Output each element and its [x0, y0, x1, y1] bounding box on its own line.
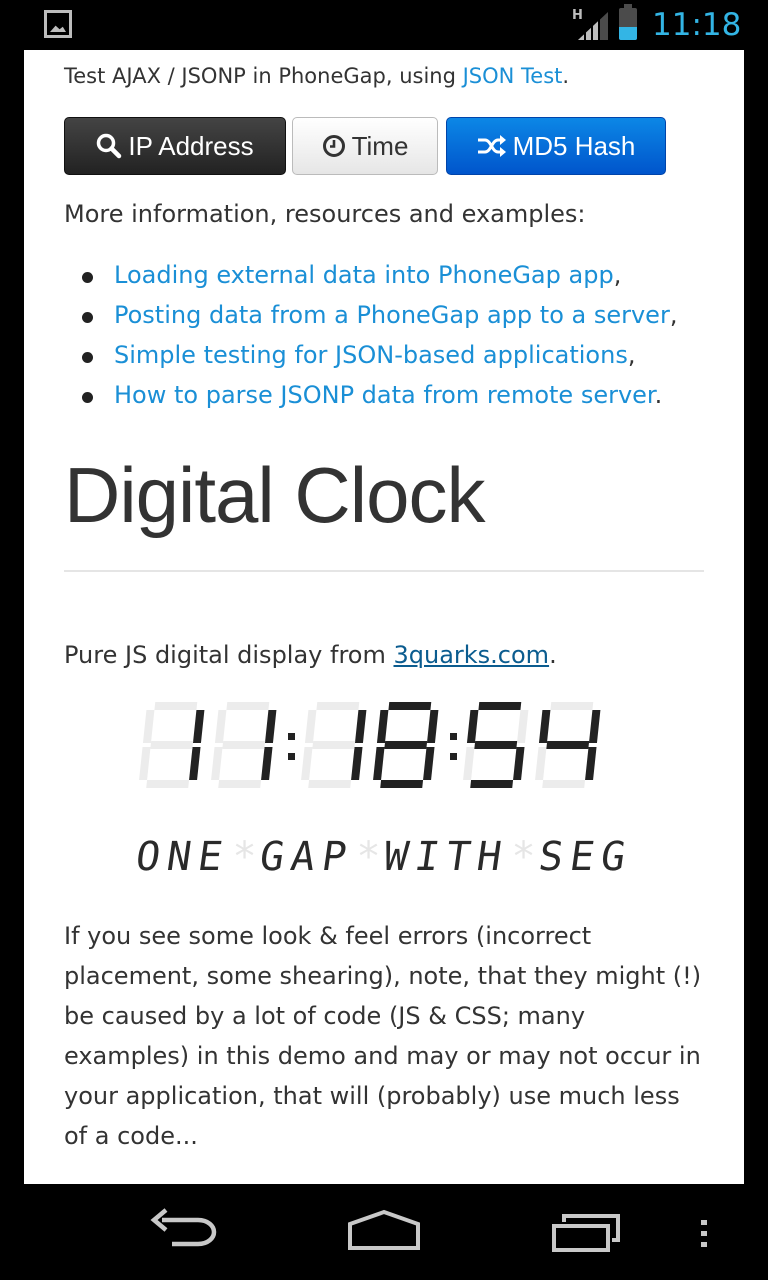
list-item: Simple testing for JSON-based applicatio…: [64, 335, 677, 375]
segment-char: N: [164, 834, 195, 879]
battery-icon: [619, 4, 637, 40]
image-notification-icon: [44, 10, 72, 38]
digital-clock-display: [139, 702, 601, 788]
segment-char: E: [195, 834, 226, 879]
list-item: How to parse JSONP data from remote serv…: [64, 375, 677, 415]
segment-char: P: [319, 834, 350, 879]
display-source-text: Pure JS digital display from 3quarks.com…: [64, 641, 557, 669]
clock-icon: [322, 135, 345, 157]
clock-digit: [463, 702, 529, 788]
segment-char: S: [536, 834, 567, 879]
navigation-bar: [0, 1184, 768, 1280]
status-bar: H 11:18: [0, 0, 768, 50]
clock-digit: [373, 702, 439, 788]
list-item: Posting data from a PhoneGap app to a se…: [64, 295, 677, 335]
back-icon[interactable]: [148, 1204, 220, 1260]
divider: [64, 570, 704, 572]
recent-apps-icon[interactable]: [548, 1204, 624, 1260]
clock-digit: [139, 702, 205, 788]
json-test-link[interactable]: JSON Test: [463, 64, 563, 88]
info-paragraph: If you see some look & feel errors (inco…: [64, 922, 702, 1150]
status-clock: 11:18: [652, 7, 742, 43]
segment-char: I: [412, 834, 443, 879]
segment-char: E: [567, 834, 598, 879]
menu-icon[interactable]: [696, 1204, 712, 1260]
list-item: Loading external data into PhoneGap app,: [64, 255, 677, 295]
intro-text: Test AJAX / JSONP in PhoneGap, using JSO…: [64, 64, 570, 88]
resources-list: Loading external data into PhoneGap app,…: [64, 255, 677, 415]
segment-char: W: [381, 834, 412, 879]
segment-text-display: O N E * G A P * W I T H * S E G: [134, 834, 629, 879]
segment-blank: *: [511, 834, 535, 879]
clock-colon: [450, 733, 457, 760]
clock-digit: [535, 702, 601, 788]
segment-char: H: [474, 834, 505, 879]
clock-digit: [211, 702, 277, 788]
resource-link[interactable]: Posting data from a PhoneGap app to a se…: [114, 301, 670, 329]
search-icon: [97, 133, 122, 159]
home-icon[interactable]: [346, 1204, 422, 1260]
md5-hash-button[interactable]: MD5 Hash: [446, 117, 666, 175]
resource-link[interactable]: Loading external data into PhoneGap app: [114, 261, 614, 289]
ip-address-button[interactable]: IP Address: [64, 117, 286, 175]
segment-char: G: [257, 834, 288, 879]
clock-colon: [288, 733, 295, 760]
webview-content[interactable]: Test AJAX / JSONP in PhoneGap, using JSO…: [24, 50, 744, 1184]
more-info-text: More information, resources and examples…: [64, 200, 586, 228]
page-heading: Digital Clock: [64, 451, 485, 539]
shuffle-icon: [477, 135, 506, 157]
signal-icon: [578, 12, 608, 40]
segment-blank: *: [232, 834, 256, 879]
segment-char: G: [598, 834, 629, 879]
resource-link[interactable]: How to parse JSONP data from remote serv…: [114, 381, 655, 409]
clock-digit: [301, 702, 367, 788]
segment-blank: *: [356, 834, 380, 879]
segment-char: T: [443, 834, 474, 879]
segment-char: O: [134, 834, 163, 879]
resource-link[interactable]: Simple testing for JSON-based applicatio…: [114, 341, 628, 369]
segment-char: A: [288, 834, 319, 879]
3quarks-link[interactable]: 3quarks.com: [393, 641, 549, 669]
time-button[interactable]: Time: [292, 117, 438, 175]
